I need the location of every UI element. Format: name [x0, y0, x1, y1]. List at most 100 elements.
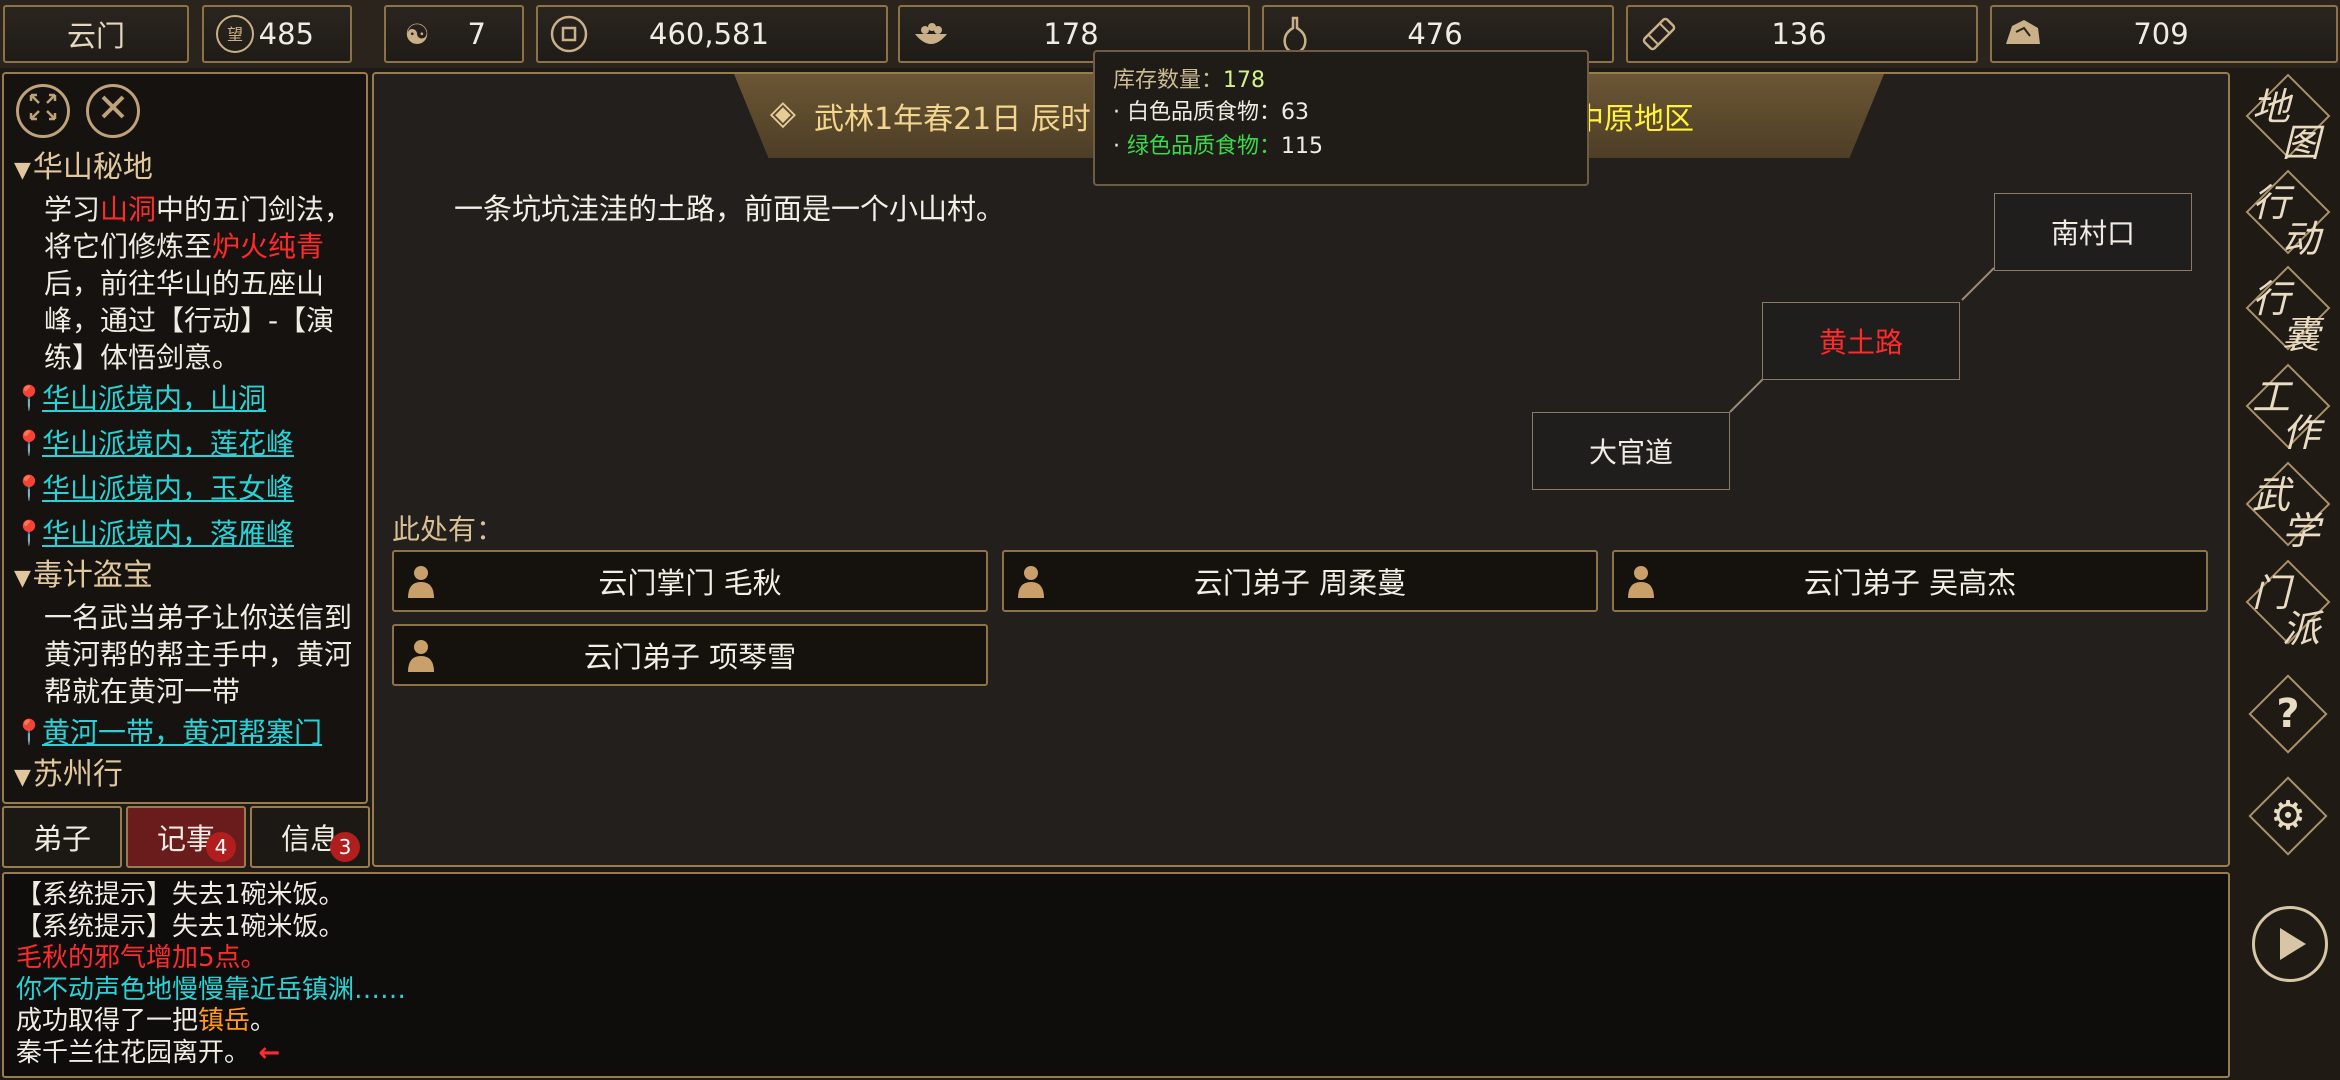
reputation-icon: 望 — [212, 11, 258, 57]
log-line: 秦千兰往花园离开。 ← — [16, 1038, 2216, 1070]
nav-sect-button[interactable]: 门 派 — [2244, 558, 2331, 658]
food-value: 178 — [1043, 17, 1099, 51]
expand-icon — [27, 91, 59, 131]
play-button[interactable] — [2252, 906, 2328, 982]
tooltip-white-food: · 白色品质食物：63 — [1113, 100, 1310, 125]
nav-martial-button[interactable]: 武 学 — [2244, 460, 2331, 560]
location-pin-icon: 📍 — [14, 384, 44, 412]
tooltip-green-food: · 绿色品质食物：115 — [1113, 134, 1324, 159]
sect-name-button[interactable]: 云门 — [3, 5, 189, 63]
quest-location[interactable]: 📍 华山派境内，莲花峰 — [14, 421, 364, 466]
tab-disciples[interactable]: 弟子 — [2, 806, 122, 868]
tab-label: 弟子 — [32, 822, 91, 856]
tab-messages[interactable]: 信息 3 — [250, 806, 370, 868]
location-link[interactable]: 华山派境内，山洞 — [42, 376, 266, 421]
nav-bag-button[interactable]: 行 囊 — [2244, 264, 2331, 364]
wood-log-icon — [1636, 11, 1682, 57]
right-nav: 地 图 行 动 行 囊 工 作 武 学 门 派 ? ⚙ — [2232, 68, 2340, 1080]
npc-button[interactable]: 云门弟子 吴高杰 — [1612, 550, 2208, 612]
yinyang-resource[interactable]: ☯ 7 — [384, 5, 524, 63]
person-icon — [1018, 566, 1044, 598]
settings-gear-icon: ⚙ — [2270, 793, 2306, 839]
white-food-count: 63 — [1281, 100, 1310, 125]
desc-text: 学习 — [44, 193, 101, 226]
quest-title[interactable]: ▼苏州行 — [14, 755, 364, 798]
tooltip-stock: 库存数量：178 — [1113, 66, 1569, 96]
left-arrow-icon: ← — [258, 1037, 281, 1068]
svg-text:望: 望 — [227, 25, 243, 44]
nav-map-button[interactable]: 地 图 — [2244, 72, 2331, 172]
quest-location[interactable]: 📍 黄河一带，黄河帮寨门 — [14, 710, 364, 755]
tooltip-count: 178 — [1223, 68, 1266, 93]
ore-icon — [2000, 11, 2046, 57]
desc-highlight: 山洞 — [100, 193, 157, 226]
npc-name: 云门弟子 吴高杰 — [1803, 566, 2017, 600]
location-pin-icon: 📍 — [14, 718, 44, 746]
location-link[interactable]: 黄河一带，黄河帮寨门 — [42, 710, 322, 755]
log-text: 。 — [250, 1006, 277, 1036]
scene-panel: ◈ 武林1年春21日 辰时 在中原地区 一条坑坑洼洼的土路，前面是一个小山村。 … — [372, 72, 2230, 867]
wood-resource[interactable]: 136 — [1626, 5, 1978, 63]
log-text: 成功取得了一把 — [16, 1006, 199, 1036]
food-tooltip: 库存数量：178 · 白色品质食物：63 · 绿色品质食物：115 — [1093, 50, 1589, 186]
npc-button[interactable]: 云门弟子 周柔蔓 — [1002, 550, 1598, 612]
log-line: 毛秋的邪气增加5点。 — [16, 943, 267, 973]
quest-location[interactable]: 📍 华山派境内，玉女峰 — [14, 466, 364, 511]
nav-action-button[interactable]: 行 动 — [2244, 168, 2331, 268]
map-node-north[interactable]: 南村口 — [1994, 193, 2192, 271]
help-icon: ? — [2276, 691, 2300, 737]
quest-title[interactable]: ▼毒计盗宝 — [14, 556, 364, 599]
quest-description: 学习山洞中的五门剑法，将它们修炼至炉火纯青后，前往华山的五座山峰，通过【行动】-… — [14, 191, 364, 376]
npc-name: 云门掌门 毛秋 — [598, 566, 782, 600]
nav-work-button[interactable]: 工 作 — [2244, 362, 2331, 462]
message-log[interactable]: 【系统提示】失去1碗米饭。 【系统提示】失去1碗米饭。 毛秋的邪气增加5点。 你… — [2, 872, 2230, 1078]
npc-name: 云门弟子 项琴雪 — [583, 640, 797, 674]
location-link[interactable]: 华山派境内，莲花峰 — [42, 421, 294, 466]
nav-char: 派 — [2282, 607, 2321, 651]
map-connections — [1729, 267, 1995, 413]
npc-button[interactable]: 云门弟子 项琴雪 — [392, 624, 988, 686]
person-icon — [1628, 566, 1654, 598]
person-icon — [408, 640, 434, 672]
reputation-value: 485 — [258, 17, 314, 51]
desc-highlight: 炉火纯青 — [212, 230, 325, 263]
location-pin-icon: 📍 — [14, 429, 44, 457]
location-pin-icon: 📍 — [14, 519, 44, 547]
expand-button[interactable] — [16, 84, 70, 138]
map-node-south[interactable]: 大官道 — [1532, 412, 1730, 490]
npc-button[interactable]: 云门掌门 毛秋 — [392, 550, 988, 612]
ore-value: 709 — [2133, 17, 2189, 51]
log-text: 秦千兰往花园离开。 — [16, 1037, 251, 1068]
nav-char: 囊 — [2282, 313, 2321, 357]
green-food-label: 绿色品质食物： — [1127, 134, 1282, 159]
green-food-count: 115 — [1281, 134, 1324, 159]
log-item-name: 镇岳 — [198, 1006, 251, 1036]
yinyang-icon: ☯ — [404, 17, 430, 51]
quest-panel: ▼华山秘地 学习山洞中的五门剑法，将它们修炼至炉火纯青后，前往华山的五座山峰，通… — [2, 72, 368, 804]
reputation-resource[interactable]: 望 485 — [202, 5, 352, 63]
quest-location[interactable]: 📍 华山派境内，山洞 — [14, 376, 364, 421]
tab-journal[interactable]: 记事 4 — [126, 806, 246, 868]
location-link[interactable]: 华山派境内，落雁峰 — [42, 511, 294, 556]
quest-title-text: 华山秘地 — [32, 150, 153, 185]
nav-char: 动 — [2282, 217, 2321, 261]
coin-icon — [546, 11, 592, 57]
herb-value: 476 — [1407, 17, 1463, 51]
money-resource[interactable]: 460,581 — [536, 5, 888, 63]
close-button[interactable] — [86, 84, 140, 138]
ore-resource[interactable]: 709 — [1990, 5, 2338, 63]
npc-name: 云门弟子 周柔蔓 — [1193, 566, 1407, 600]
location-link[interactable]: 华山派境内，玉女峰 — [42, 466, 294, 511]
log-line: 【系统提示】失去1碗米饭。 — [16, 911, 345, 942]
quest-title[interactable]: ▼华山秘地 — [14, 148, 364, 191]
white-food-label: 白色品质食物： — [1127, 100, 1282, 125]
help-button[interactable]: ? — [2248, 674, 2328, 754]
person-icon — [408, 566, 434, 598]
quest-location[interactable]: 📍 华山派境内，落雁峰 — [14, 511, 364, 556]
quest-list: ▼华山秘地 学习山洞中的五门剑法，将它们修炼至炉火纯青后，前往华山的五座山峰，通… — [14, 148, 364, 798]
settings-button[interactable]: ⚙ — [2248, 776, 2328, 856]
quest-title-text: 苏州行 — [32, 757, 123, 792]
left-tab-bar: 弟子 记事 4 信息 3 — [0, 806, 372, 870]
map-node-current[interactable]: 黄土路 — [1762, 302, 1960, 380]
desc-text: 后，前往华山的五座山峰，通过【行动】-【演练】体悟剑意。 — [44, 267, 335, 374]
